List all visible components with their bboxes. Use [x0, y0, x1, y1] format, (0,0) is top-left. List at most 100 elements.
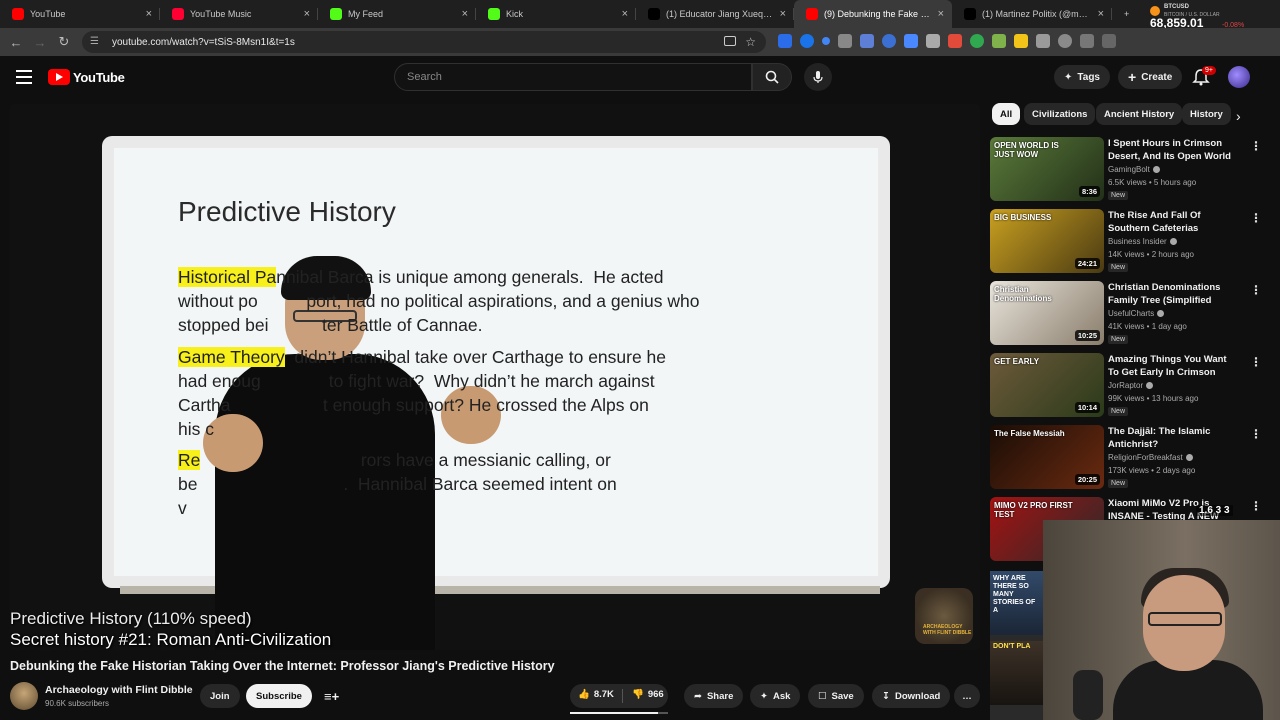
browser-tab[interactable]: Kick × [476, 0, 636, 28]
close-tab-icon[interactable]: × [938, 8, 944, 20]
extension-icon[interactable] [882, 34, 896, 48]
video-player[interactable]: Predictive History ARCHAEOLOGY WITH FLIN… [10, 104, 980, 650]
browser-tab[interactable]: (1) Martinez Politix (@martinez × [952, 0, 1112, 28]
recommended-title[interactable]: The Rise And Fall Of Southern Cafeterias [1108, 209, 1238, 235]
history-icon[interactable] [1058, 34, 1072, 48]
recommended-title[interactable]: I Spent Hours in Crimson Desert, And Its… [1108, 137, 1238, 163]
extension-icon[interactable] [992, 34, 1006, 48]
more-actions-icon[interactable]: … [954, 684, 980, 708]
account-avatar[interactable] [1228, 66, 1250, 88]
url-field[interactable]: ☰ youtube.com/watch?v=tSiS-8Msn1I&t=1s ☆ [82, 31, 766, 53]
more-options-icon[interactable]: ⋮ [1250, 139, 1262, 153]
more-options-icon[interactable]: ⋮ [1250, 427, 1262, 441]
recommended-video[interactable]: The False Messiah 20:25 The Dajjāl: The Is… [990, 425, 1262, 491]
extension-icon[interactable] [1014, 34, 1028, 48]
close-tab-icon[interactable]: × [304, 8, 310, 20]
reload-extension-icon[interactable] [1080, 34, 1094, 48]
extension-icon[interactable] [838, 34, 852, 48]
thumbnail-text: OPEN WORLD IS JUST WOW [994, 141, 1059, 159]
join-button[interactable]: Join [200, 684, 240, 708]
recommended-video[interactable]: OPEN WORLD IS JUST WOW 8:36 I Spent Hours … [990, 137, 1262, 203]
save-button[interactable]: ☐ Save [808, 684, 864, 708]
extension-icon[interactable] [778, 34, 792, 48]
channel-avatar[interactable] [10, 682, 38, 710]
browser-tab[interactable]: My Feed × [318, 0, 476, 28]
add-to-playlist-icon[interactable]: ≡+ [314, 684, 349, 708]
like-button[interactable]: 👍 8.7K [578, 689, 614, 700]
recommended-title[interactable]: Amazing Things You Want To Get Early In … [1108, 353, 1238, 379]
menu-icon[interactable] [16, 70, 32, 84]
extension-icon[interactable] [860, 34, 874, 48]
browser-tab[interactable]: YouTube Music × [160, 0, 318, 28]
close-tab-icon[interactable]: × [780, 8, 786, 20]
search-input[interactable]: Search [394, 63, 752, 91]
slide-text-line: Historical Pannibal Barca is unique amon… [178, 267, 663, 288]
browser-tab[interactable]: YouTube × [0, 0, 160, 28]
video-thumbnail[interactable]: GET EARLY 10:14 [990, 353, 1104, 417]
recommended-channel[interactable]: JorRaptor [1108, 381, 1154, 390]
bookmark-star-icon[interactable]: ☆ [745, 35, 756, 49]
chip-filter[interactable]: History [1182, 103, 1231, 125]
video-thumbnail[interactable]: BIG BUSINESS 24:21 [990, 209, 1104, 273]
chip-filter[interactable]: All [992, 103, 1021, 125]
partially-hidden-thumbnails[interactable]: WHY ARE THERE SO MANY STORIES OF A DON'T… [990, 571, 1043, 720]
chip-filter[interactable]: Civilizations [1024, 103, 1096, 125]
close-tab-icon[interactable]: × [1098, 8, 1104, 20]
recommended-channel[interactable]: UsefulCharts [1108, 309, 1165, 318]
extension-icon[interactable] [800, 34, 814, 48]
close-tab-icon[interactable]: × [462, 8, 468, 20]
video-thumbnail[interactable]: OPEN WORLD IS JUST WOW 8:36 [990, 137, 1104, 201]
recommended-title[interactable]: Christian Denominations Family Tree (Sim… [1108, 281, 1238, 307]
recommended-video[interactable]: Christian Denominations 10:25 Christian De… [990, 281, 1262, 347]
ask-button[interactable]: ✦ Ask [750, 684, 801, 708]
close-tab-icon[interactable]: × [622, 8, 628, 20]
btc-ticker[interactable]: BTCUSD BITCOIN / U.S. DOLLAR 68,859.01 -… [1150, 2, 1268, 36]
youtube-logo[interactable]: YouTube [48, 69, 125, 85]
recommended-video[interactable]: GET EARLY 10:14 Amazing Things You Want To… [990, 353, 1262, 419]
like-count: 8.7K [593, 689, 614, 700]
browser-tab[interactable]: (9) Debunking the Fake Hist × [794, 0, 952, 28]
reload-icon[interactable]: ↻ [52, 30, 76, 54]
save-label: Save [831, 690, 854, 702]
puzzle-icon[interactable] [1036, 34, 1050, 48]
recommended-title[interactable]: The Dajjāl: The Islamic Antichrist? [1108, 425, 1238, 451]
download-button[interactable]: ↧ Download [872, 684, 951, 708]
chip-filter[interactable]: Ancient History [1096, 103, 1183, 125]
forward-icon[interactable]: → [28, 30, 52, 54]
dislike-count: 966 [647, 689, 664, 700]
recommended-video[interactable]: BIG BUSINESS 24:21 The Rise And Fall Of So… [990, 209, 1262, 275]
close-tab-icon[interactable]: × [146, 8, 152, 20]
video-thumbnail[interactable]: Christian Denominations 10:25 [990, 281, 1104, 345]
video-thumbnail[interactable]: The False Messiah 20:25 [990, 425, 1104, 489]
share-button[interactable]: ➦ Share [684, 684, 744, 708]
tags-button[interactable]: ✦ Tags [1054, 65, 1110, 89]
browser-tab[interactable]: (1) Educator Jiang Xueqin Faces × [636, 0, 794, 28]
chevron-right-icon[interactable]: › [1236, 108, 1241, 124]
strip-text-2: DON'T PLA [993, 643, 1031, 650]
cast-icon[interactable] [724, 36, 736, 46]
more-options-icon[interactable]: ⋮ [1250, 283, 1262, 297]
recommended-channel[interactable]: Business Insider [1108, 237, 1177, 246]
extension-icon[interactable] [970, 34, 984, 48]
recommended-channel[interactable]: ReligionForBreakfast [1108, 453, 1193, 462]
code-icon[interactable] [1102, 34, 1116, 48]
new-tab-icon[interactable]: + [1112, 0, 1132, 28]
back-icon[interactable]: ← [4, 30, 28, 54]
more-options-icon[interactable]: ⋮ [1250, 211, 1262, 225]
site-info-icon[interactable]: ☰ [90, 36, 102, 48]
channel-name[interactable]: Archaeology with Flint Dibble [45, 684, 193, 696]
subscribe-button[interactable]: Subscribe [246, 684, 312, 708]
dislike-button[interactable]: 👎 966 [632, 689, 664, 700]
extension-icon[interactable] [948, 34, 962, 48]
recommended-channel[interactable]: GamingBolt [1108, 165, 1160, 174]
slide-highlight: Historical Pa [178, 267, 277, 287]
youtube-play-icon [48, 69, 70, 85]
more-options-icon[interactable]: ⋮ [1250, 499, 1262, 513]
create-button[interactable]: + Create [1118, 65, 1183, 89]
extension-icon[interactable] [822, 37, 830, 45]
more-options-icon[interactable]: ⋮ [1250, 355, 1262, 369]
search-button[interactable] [752, 63, 792, 91]
extension-icon[interactable] [926, 34, 940, 48]
extension-icon[interactable] [904, 34, 918, 48]
voice-search-button[interactable] [804, 63, 832, 91]
